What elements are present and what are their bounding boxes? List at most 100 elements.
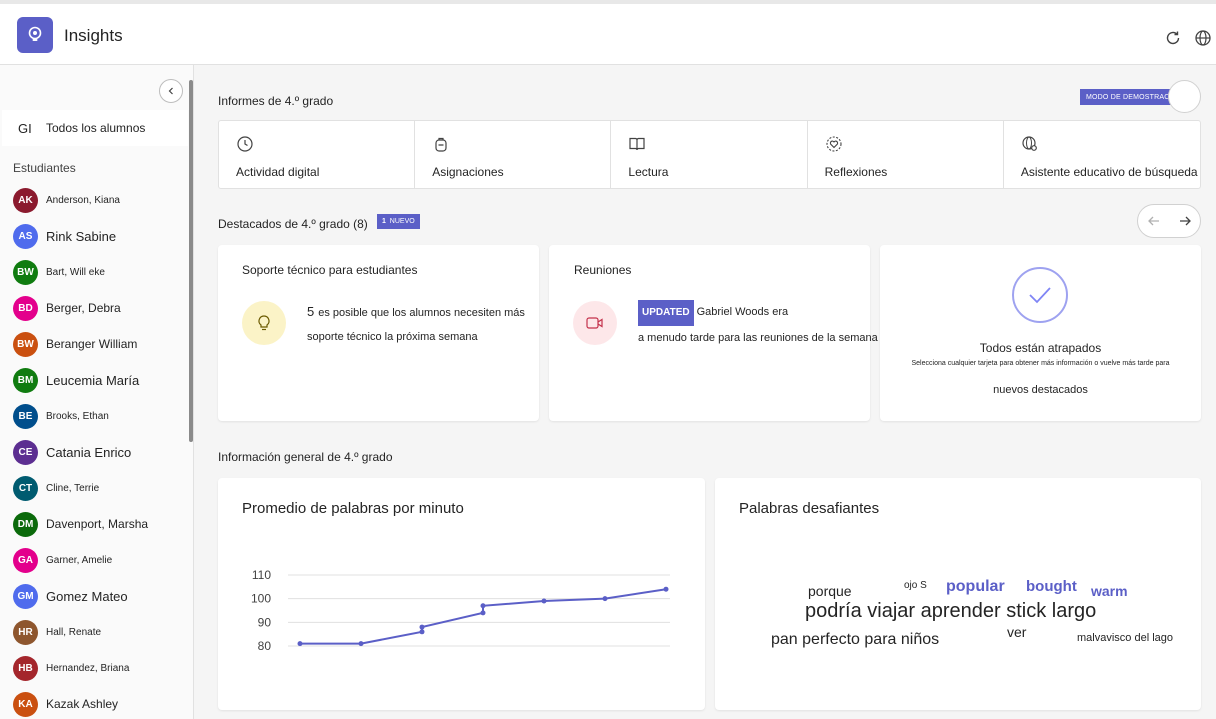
student-name: Hall, Renate xyxy=(46,626,102,638)
sidebar-item-student[interactable]: CT Cline, Terrie xyxy=(13,475,99,501)
support-text: 5 es posible que los alumnos necesiten má… xyxy=(307,300,547,349)
avatar: BD xyxy=(13,295,38,321)
data-point[interactable] xyxy=(480,610,486,616)
data-point[interactable] xyxy=(419,629,425,635)
avatar: CE xyxy=(13,439,38,465)
previous-button[interactable] xyxy=(1138,205,1169,237)
student-name: Beranger William xyxy=(46,337,138,351)
globe-search-icon xyxy=(1022,136,1037,151)
sidebar-item-student[interactable]: KA Kazak Ashley xyxy=(13,691,118,717)
data-point[interactable] xyxy=(541,598,547,604)
avatar: DM xyxy=(13,511,38,537)
support-count: 5 xyxy=(307,304,315,319)
sidebar-item-student[interactable]: AS Rink Sabine xyxy=(13,223,116,249)
y-tick-label: 100 xyxy=(251,592,271,606)
avatar: BE xyxy=(13,403,38,429)
sidebar-item-student[interactable]: HB Hernandez, Briana xyxy=(13,655,129,681)
refresh-icon[interactable] xyxy=(1163,28,1183,48)
avatar: BW xyxy=(13,259,38,285)
avatar: GM xyxy=(13,583,38,609)
caught-up-description: Selecciona cualquier tarjeta para obtene… xyxy=(911,360,1170,367)
students-heading: Estudiantes xyxy=(13,161,76,175)
sidebar-item-student[interactable]: GM Gomez Mateo xyxy=(13,583,128,609)
series-line xyxy=(300,588,667,645)
globe-icon[interactable] xyxy=(1193,28,1213,48)
data-point[interactable] xyxy=(358,641,364,647)
sidebar-item-student[interactable]: HR Hall, Renate xyxy=(13,619,101,645)
checkmark-icon xyxy=(1012,267,1068,323)
avatar: HB xyxy=(13,655,38,681)
words-title: Palabras desafiantes xyxy=(739,500,880,517)
data-point[interactable] xyxy=(480,603,486,609)
tab-digital-activity[interactable]: Actividad digital xyxy=(219,121,416,188)
word-cloud-word: bought xyxy=(1026,578,1077,595)
support-line1: es posible que los alumnos necesiten más xyxy=(318,307,525,319)
tab-reflections[interactable]: Reflexiones xyxy=(808,121,1004,188)
challenging-words-card[interactable]: Palabras desafiantes porque ojo S popular b… xyxy=(715,478,1201,710)
tab-search-coach[interactable]: Asistente educativo de búsqueda xyxy=(1004,121,1200,188)
avatar: AK xyxy=(13,187,38,213)
tab-reading[interactable]: Lectura xyxy=(611,121,808,188)
data-point[interactable] xyxy=(297,641,303,647)
group-initials: GI xyxy=(18,120,32,136)
y-tick-label: 110 xyxy=(252,568,271,582)
sidebar-item-all-students[interactable]: GI Todos los alumnos xyxy=(2,110,188,146)
avatar: CT xyxy=(13,475,38,501)
student-name: Cline, Terrie xyxy=(46,482,100,494)
data-point[interactable] xyxy=(419,624,425,630)
new-label: NUEVO xyxy=(389,218,415,225)
collapse-sidebar-button[interactable] xyxy=(159,79,183,103)
arrow-left-icon xyxy=(1147,216,1159,226)
tab-label: Asignaciones xyxy=(432,165,504,179)
arrow-right-icon xyxy=(1179,216,1191,226)
highlights-title: Destacados de 4.º grado (8) xyxy=(218,217,368,231)
student-name: Catania Enrico xyxy=(46,444,132,460)
more-options-button[interactable] xyxy=(1168,80,1201,113)
sidebar-item-student[interactable]: CE Catania Enrico xyxy=(13,439,131,465)
wpm-card[interactable]: Promedio de palabras por minuto 80 90 100 1… xyxy=(218,478,705,710)
student-name: Hernandez, Briana xyxy=(46,662,130,674)
student-name: Rink Sabine xyxy=(46,228,117,244)
updated-badge: UPDATED xyxy=(638,300,694,326)
sidebar-item-student[interactable]: BE Brooks, Ethan xyxy=(13,403,109,429)
support-line2: soporte técnico la próxima semana xyxy=(307,331,478,343)
word-cloud-word: malvavisco del lago xyxy=(1077,632,1173,644)
sidebar-item-student[interactable]: DM Davenport, Marsha xyxy=(13,511,148,537)
sidebar-item-student[interactable]: BW Beranger William xyxy=(13,331,137,357)
lightbulb-icon xyxy=(242,301,286,345)
student-name: Anderson, Kiana xyxy=(46,194,120,206)
sidebar-scrollbar[interactable] xyxy=(189,80,193,442)
backpack-icon xyxy=(435,137,447,152)
avatar: AS xyxy=(13,223,38,249)
tab-label: Reflexiones xyxy=(824,165,888,179)
caught-up-description-2: nuevos destacados xyxy=(993,384,1088,396)
avatar: GA xyxy=(13,547,38,573)
video-icon xyxy=(573,301,617,345)
app-title: Insights xyxy=(64,26,123,45)
next-button[interactable] xyxy=(1169,205,1200,237)
all-students-label: Todos los alumnos xyxy=(46,121,146,135)
sidebar-item-student[interactable]: BM Leucemia María xyxy=(13,367,139,393)
data-point[interactable] xyxy=(663,586,669,592)
y-tick-label: 90 xyxy=(258,615,272,629)
lightbulb-icon xyxy=(17,17,53,53)
avatar: BM xyxy=(13,367,38,393)
caught-up-title: Todos están atrapados xyxy=(979,341,1102,355)
word-cloud-word: porque xyxy=(808,583,852,599)
overview-title: Información general de 4.º grado xyxy=(218,450,393,464)
reports-title: Informes de 4.º grado xyxy=(218,94,334,108)
word-cloud-word: popular xyxy=(946,578,1005,595)
sidebar-item-student[interactable]: AK Anderson, Kiana xyxy=(13,187,120,213)
tab-assignments[interactable]: Asignaciones xyxy=(415,121,612,188)
sidebar-item-student[interactable]: BD Berger, Debra xyxy=(13,295,121,321)
new-count: 1 xyxy=(382,218,386,225)
reports-tabs: Actividad digital Asignaciones Lectura R… xyxy=(218,120,1201,189)
highlight-card-meetings[interactable]: Reuniones UPDATED Gabriel Woods era a men… xyxy=(549,245,917,421)
student-name: Brooks, Ethan xyxy=(46,410,109,422)
data-point[interactable] xyxy=(602,596,608,602)
sidebar-item-student[interactable]: GA Garner, Amelie xyxy=(13,547,112,573)
heart-icon xyxy=(826,136,842,152)
highlight-card-support[interactable]: Soporte técnico para estudiantes 5 es pos… xyxy=(218,245,539,421)
card-title: Reuniones xyxy=(574,263,632,277)
sidebar-item-student[interactable]: BW Bart, Will eke xyxy=(13,259,105,285)
